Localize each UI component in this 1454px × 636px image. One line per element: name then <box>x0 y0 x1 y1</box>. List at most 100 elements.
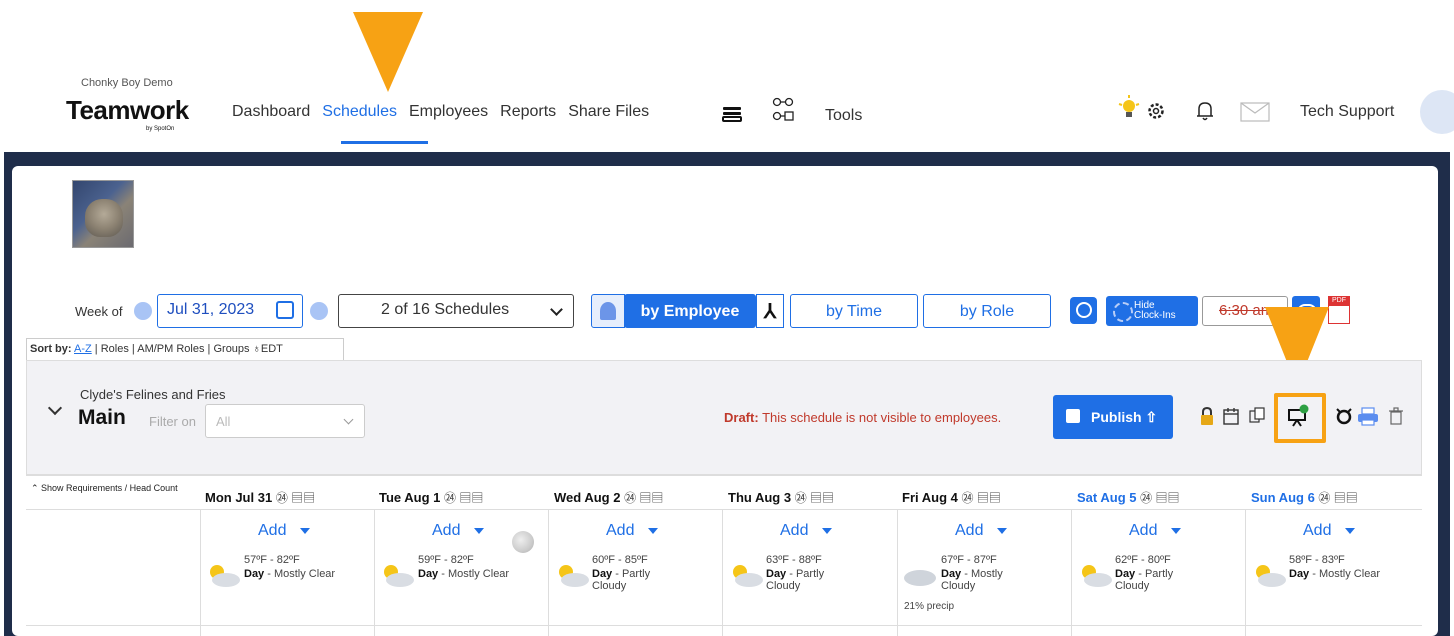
weather-text: Mostly Clear <box>447 568 510 580</box>
calendar-star-icon[interactable] <box>1222 406 1240 426</box>
active-nav-underline <box>341 141 428 144</box>
trash-icon[interactable] <box>1387 406 1405 426</box>
temperature-range: 62ºF - 80ºF <box>1115 554 1171 566</box>
grid-col-divider <box>722 510 723 636</box>
copy-icon[interactable] <box>1248 406 1266 426</box>
sort-roles[interactable]: Roles <box>101 343 129 355</box>
add-shift-button[interactable]: Add <box>258 522 310 540</box>
prev-week-button[interactable] <box>134 302 152 320</box>
day-label: Sat Aug 5 <box>1077 490 1137 505</box>
user-menu[interactable]: Tech Support <box>1300 103 1394 121</box>
people-icon[interactable] <box>591 294 625 328</box>
schedules-select-value: 2 of 16 Schedules <box>381 301 510 318</box>
partly-cloudy-icon <box>559 565 589 587</box>
nav-schedules[interactable]: Schedules <box>322 103 397 121</box>
calendar-icon[interactable] <box>276 301 294 319</box>
org-tree-icon[interactable]: ⅄ <box>756 294 784 328</box>
sort-ampm-roles[interactable]: AM/PM Roles <box>137 343 204 355</box>
hide-clockins-label-2: Clock-Ins <box>1134 310 1176 321</box>
cloudy-icon <box>904 570 936 586</box>
location-photo <box>72 180 134 248</box>
by-employee-button[interactable]: by Employee <box>624 294 756 328</box>
nav-reports[interactable]: Reports <box>500 103 556 121</box>
day-header-sun[interactable]: Sun Aug 6 ㉔ ▤▤ <box>1251 489 1358 506</box>
day-header-thu[interactable]: Thu Aug 3 ㉔ ▤▤ <box>728 489 834 506</box>
temperature-range: 58ºF - 83ºF <box>1289 554 1345 566</box>
temperature-range: 57ºF - 82ºF <box>244 554 300 566</box>
add-shift-button[interactable]: Add <box>432 522 484 540</box>
brand-sub: by SpotOn <box>146 126 175 132</box>
day-label: Thu Aug 3 <box>728 490 792 505</box>
day-tools-icon[interactable]: ㉔ ▤▤ <box>624 491 663 505</box>
annotation-arrow-schedules <box>353 12 423 92</box>
grid-col-divider <box>1071 510 1072 636</box>
temperature-range: 63ºF - 88ºF <box>766 554 822 566</box>
grid-col-divider <box>200 510 201 636</box>
day-header-tue[interactable]: Tue Aug 1 ㉔ ▤▤ <box>379 489 483 506</box>
show-requirements-toggle[interactable]: ⌃ Show Requirements / Head Count <box>31 484 181 493</box>
week-date-picker[interactable]: Jul 31, 2023 <box>157 294 303 328</box>
alarm-icon[interactable] <box>1335 406 1353 426</box>
filter-select[interactable]: All <box>205 404 365 438</box>
temperature-range: 59ºF - 82ºF <box>418 554 474 566</box>
pdf-icon[interactable] <box>1328 296 1350 324</box>
day-tools-icon[interactable]: ㉔ ▤▤ <box>444 491 483 505</box>
stack-icon[interactable] <box>722 106 742 122</box>
add-shift-button[interactable]: Add <box>955 522 1007 540</box>
day-header-sat[interactable]: Sat Aug 5 ㉔ ▤▤ <box>1077 489 1179 506</box>
day-header-fri[interactable]: Fri Aug 4 ㉔ ▤▤ <box>902 489 1001 506</box>
day-header-wed[interactable]: Wed Aug 2 ㉔ ▤▤ <box>554 489 663 506</box>
avatar[interactable] <box>1420 90 1454 134</box>
next-week-button[interactable] <box>310 302 328 320</box>
search-icon[interactable] <box>1070 297 1097 324</box>
weather-description: Day - Partly Cloudy <box>766 568 825 592</box>
lightbulb-icon[interactable] <box>1117 94 1141 122</box>
schedules-select[interactable]: 2 of 16 Schedules <box>338 294 574 328</box>
sort-groups[interactable]: Groups <box>213 343 249 355</box>
weather-description: Day - Mostly Clear <box>1289 568 1381 580</box>
day-tools-icon[interactable]: ㉔ ▤▤ <box>795 491 834 505</box>
day-label: Tue Aug 1 <box>379 490 441 505</box>
day-tools-icon[interactable]: ㉔ ▤▤ <box>1318 491 1357 505</box>
schedule-title: Main <box>78 406 126 429</box>
print-icon[interactable] <box>1357 406 1379 426</box>
day-header-mon[interactable]: Mon Jul 31 ㉔ ▤▤ <box>205 489 315 506</box>
publish-button[interactable]: Publish ⇧ <box>1053 395 1173 439</box>
add-shift-button[interactable]: Add <box>1303 522 1355 540</box>
draft-message: This schedule is not visible to employee… <box>762 410 1002 425</box>
sort-az[interactable]: A-Z <box>74 343 92 355</box>
week-of-label: Week of <box>75 304 123 319</box>
grid-col-divider <box>374 510 375 636</box>
day-tools-icon[interactable]: ㉔ ▤▤ <box>1140 491 1179 505</box>
bell-icon[interactable] <box>1195 100 1215 122</box>
day-label: Fri Aug 4 <box>902 490 958 505</box>
nav-share-files[interactable]: Share Files <box>568 103 649 121</box>
add-shift-button[interactable]: Add <box>606 522 658 540</box>
weather-description: Day - Mostly Clear <box>418 568 510 580</box>
by-role-button[interactable]: by Role <box>923 294 1051 328</box>
day-tools-icon[interactable]: ㉔ ▤▤ <box>276 491 315 505</box>
nav-dashboard[interactable]: Dashboard <box>232 103 310 121</box>
highlight-box <box>1274 393 1326 443</box>
filter-select-value: All <box>216 414 231 429</box>
nav-tools[interactable]: Tools <box>825 107 862 125</box>
temperature-range: 67ºF - 87ºF <box>941 554 997 566</box>
add-shift-button[interactable]: Add <box>1129 522 1181 540</box>
partly-cloudy-icon <box>384 565 414 587</box>
location-pin-icon: ♁ <box>252 343 261 355</box>
day-period: Day <box>592 568 613 580</box>
mail-icon[interactable] <box>1240 102 1270 122</box>
hide-clockins-button[interactable]: Hide Clock-Ins <box>1106 296 1198 326</box>
by-time-button[interactable]: by Time <box>790 294 918 328</box>
nav-employees[interactable]: Employees <box>409 103 488 121</box>
brand-logo[interactable]: Teamwork <box>66 95 189 126</box>
company-name: Chonky Boy Demo <box>81 77 173 89</box>
add-shift-button[interactable]: Add <box>780 522 832 540</box>
day-tools-icon[interactable]: ㉔ ▤▤ <box>961 491 1000 505</box>
workflow-icon[interactable] <box>771 96 795 124</box>
lock-icon[interactable] <box>1198 406 1216 426</box>
gear-icon[interactable] <box>1146 101 1166 121</box>
location-name: Clyde's Felines and Fries <box>80 387 226 402</box>
weather-description: Day - Partly Cloudy <box>1115 568 1174 592</box>
partly-cloudy-icon <box>1256 565 1286 587</box>
